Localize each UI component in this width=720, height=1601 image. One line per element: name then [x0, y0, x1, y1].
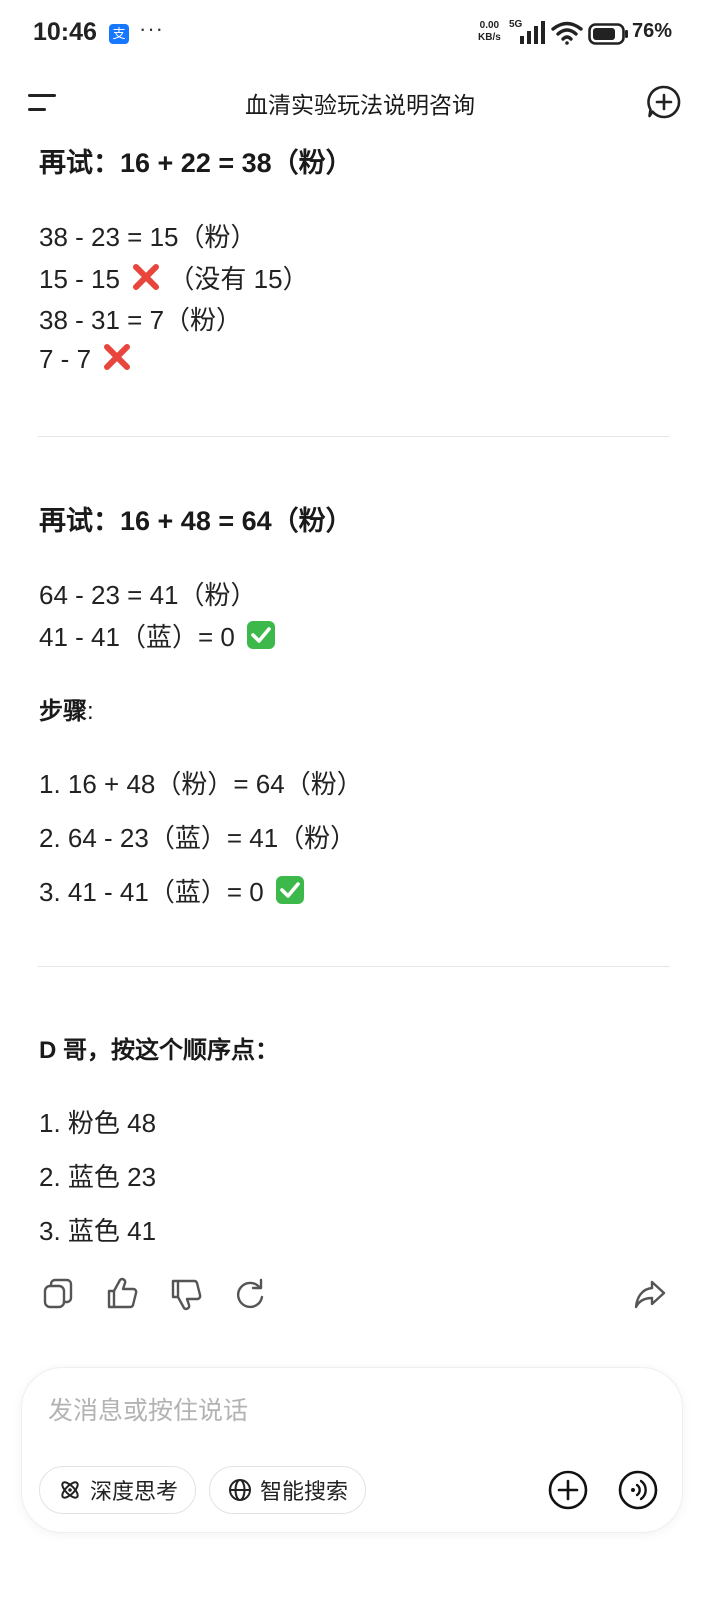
- calc-text: 41 - 41（蓝）= 0: [39, 622, 235, 652]
- voice-call-icon[interactable]: [618, 1470, 658, 1510]
- alipay-notification-icon: 支: [109, 24, 129, 44]
- step-item: 1. 16 + 48（粉）= 64（粉）: [39, 769, 363, 799]
- calc-line-with-cross: 7 - 7: [39, 342, 132, 375]
- more-notifications-icon: ···: [139, 16, 164, 41]
- message-input[interactable]: [46, 1390, 650, 1432]
- deep-think-icon: [61, 1481, 79, 1499]
- network-speed: 0.00 KB/s: [478, 20, 501, 44]
- check-mark-icon: [247, 621, 276, 649]
- steps-label: 步骤:: [39, 691, 94, 726]
- order-item: 2. 蓝色 23: [39, 1162, 157, 1192]
- status-time: 10:46: [33, 18, 97, 46]
- cross-mark-icon: [133, 264, 160, 290]
- share-icon[interactable]: [632, 1276, 668, 1312]
- calc-line: 38 - 23 = 15（粉）: [39, 222, 257, 252]
- battery-percentage: 76%: [632, 20, 673, 42]
- calc-text: 7 - 7: [39, 344, 92, 374]
- deep-think-button[interactable]: 深度思考: [39, 1466, 196, 1514]
- battery-icon: [588, 23, 628, 45]
- calc-line-with-check: 41 - 41（蓝）= 0: [39, 617, 276, 654]
- cross-mark-icon: [104, 344, 131, 370]
- step-item: 2. 64 - 23（蓝）= 41（粉）: [39, 823, 357, 853]
- calc-line: 64 - 23 = 41（粉）: [39, 580, 257, 610]
- cell-signal-icon: [520, 21, 545, 44]
- message-actions: [0, 1276, 720, 1316]
- globe-icon: [229, 1479, 251, 1501]
- step-text: 3. 41 - 41（蓝）= 0: [39, 877, 264, 907]
- divider: [38, 436, 670, 437]
- new-chat-icon[interactable]: [646, 84, 682, 120]
- divider: [38, 966, 670, 967]
- smart-search-label: 智能搜索: [260, 1479, 349, 1504]
- step-item-with-check: 3. 41 - 41（蓝）= 0: [39, 872, 305, 909]
- order-item: 3. 蓝色 41: [39, 1216, 157, 1246]
- steps-label-colon: :: [87, 698, 94, 725]
- attempt-heading-2: 再试：16 + 48 = 64（粉）: [39, 506, 353, 536]
- message-composer: 深度思考 智能搜索: [22, 1368, 682, 1532]
- status-bar: 10:46 支 ··· 0.00 KB/s 5G 76%: [0, 0, 720, 70]
- order-item: 1. 粉色 48: [39, 1108, 157, 1138]
- smart-search-button[interactable]: 智能搜索: [209, 1466, 366, 1514]
- calc-line-with-cross: 15 - 15 （没有 15）: [39, 259, 309, 296]
- page-title: 血清实验玩法说明咨询: [245, 92, 475, 118]
- bottom-safe-area: [0, 1560, 720, 1601]
- thumbs-down-icon[interactable]: [168, 1276, 204, 1312]
- regenerate-icon[interactable]: [232, 1276, 268, 1312]
- calc-line: 38 - 31 = 7（粉）: [39, 305, 243, 335]
- attempt-heading-1: 再试：16 + 22 = 38（粉）: [39, 148, 353, 178]
- add-attachment-icon[interactable]: [548, 1470, 588, 1510]
- copy-icon[interactable]: [40, 1276, 76, 1312]
- check-mark-icon: [275, 876, 304, 904]
- calc-note: （没有 15）: [168, 264, 309, 294]
- wifi-icon: [551, 21, 583, 45]
- thumbs-up-icon[interactable]: [104, 1276, 140, 1312]
- network-speed-value: 0.00: [479, 20, 500, 31]
- network-speed-unit: KB/s: [478, 32, 501, 43]
- deep-think-label: 深度思考: [90, 1479, 179, 1504]
- order-heading: D 哥，按这个顺序点：: [39, 1037, 279, 1064]
- steps-label-text: 步骤: [39, 698, 87, 725]
- chat-header: 血清实验玩法说明咨询: [0, 70, 720, 136]
- calc-text: 15 - 15: [39, 264, 120, 294]
